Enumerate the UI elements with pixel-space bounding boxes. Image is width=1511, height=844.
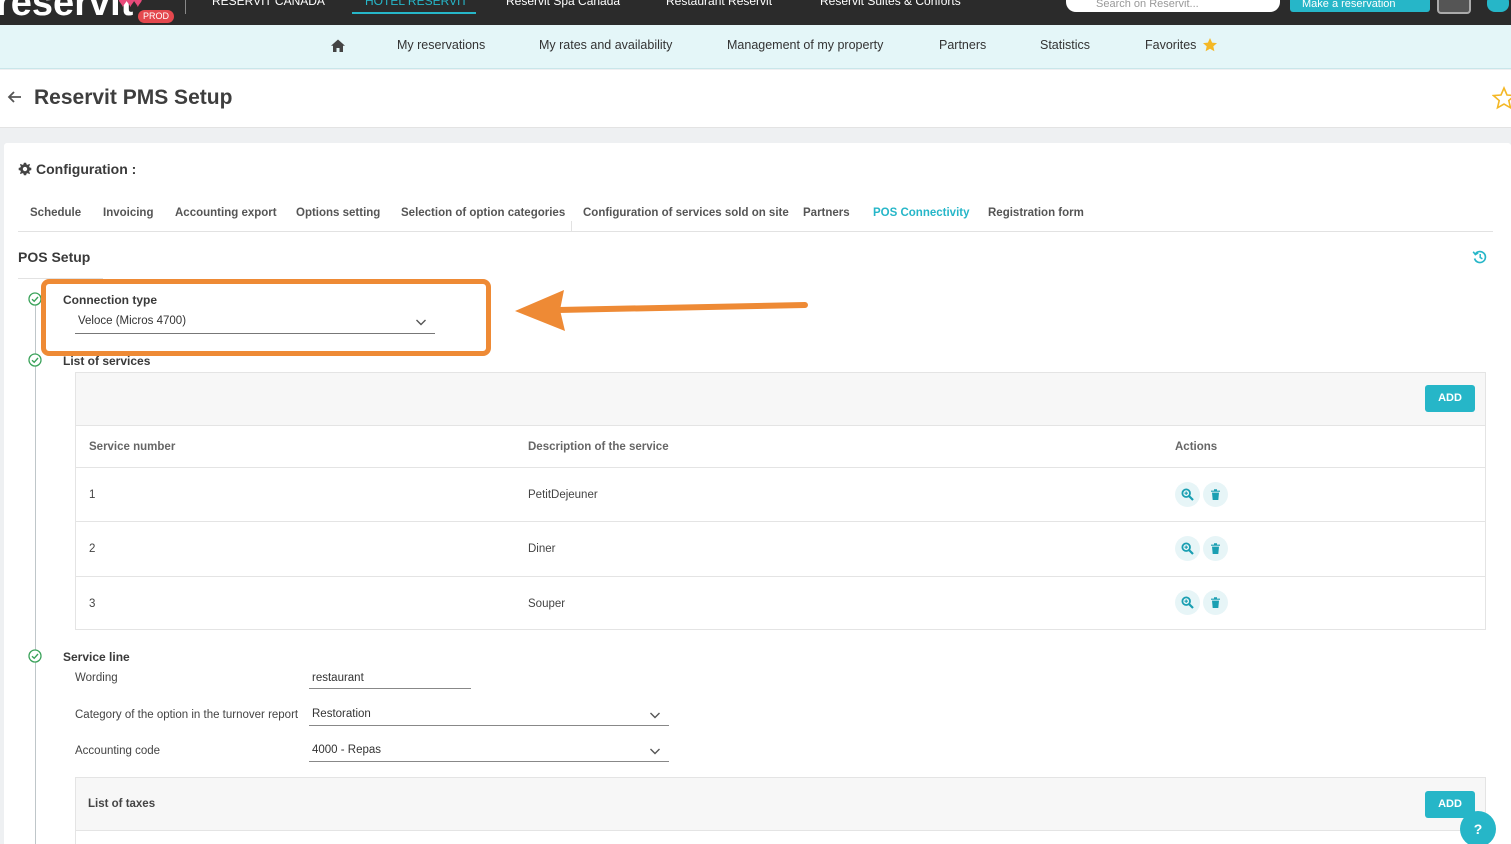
- trash-icon: [1211, 543, 1220, 554]
- tab-invoicing[interactable]: Invoicing: [103, 207, 153, 219]
- step-timeline: [35, 303, 36, 844]
- configuration-card: Configuration : Schedule Invoicing Accou…: [4, 143, 1511, 844]
- top-bar: reservit ♥♥♥ PROD RESERVIT CANADA HOTEL …: [0, 0, 1511, 25]
- logo-hearts-icon: ♥♥♥: [118, 0, 142, 11]
- service-number: 1: [89, 489, 96, 501]
- top-tab-reservit-spa[interactable]: Reservit Spa Canada: [506, 0, 620, 8]
- step-check-icon: [28, 292, 42, 306]
- make-reservation-button[interactable]: Make a reservation: [1290, 0, 1430, 12]
- nav-my-reservations[interactable]: My reservations: [397, 38, 485, 52]
- configuration-heading: Configuration :: [18, 161, 136, 177]
- zoom-search-icon: [1181, 488, 1194, 501]
- tab-divider: [571, 221, 572, 232]
- favorites-star-icon: [1203, 38, 1217, 52]
- zoom-search-icon: [1181, 542, 1194, 555]
- home-icon[interactable]: [330, 38, 346, 54]
- step-check-icon: [28, 649, 42, 663]
- page-header: Reservit PMS Setup: [0, 70, 1511, 128]
- services-table: ADD Service number Description of the se…: [75, 372, 1486, 630]
- configuration-tabs: Schedule Invoicing Accounting export Opt…: [18, 201, 1493, 232]
- trash-icon: [1211, 597, 1220, 608]
- global-search-input[interactable]: Search on Reservit...: [1066, 0, 1280, 12]
- column-service-number: Service number: [89, 441, 176, 453]
- chevron-down-icon: [650, 712, 660, 719]
- view-service-button[interactable]: [1175, 590, 1200, 615]
- pos-setup-title: POS Setup: [18, 249, 91, 265]
- add-favorite-star-icon[interactable]: [1492, 86, 1511, 110]
- zoom-search-icon: [1181, 596, 1194, 609]
- service-description: Diner: [528, 543, 556, 555]
- column-description: Description of the service: [528, 441, 669, 453]
- service-description: PetitDejeuner: [528, 489, 598, 501]
- top-tab-hotel-reservit[interactable]: HOTEL RESERVIT: [365, 0, 468, 8]
- trash-icon: [1211, 489, 1220, 500]
- reservit-logo[interactable]: reservit: [0, 0, 133, 25]
- tab-partners[interactable]: Partners: [803, 207, 850, 219]
- top-tab-reservit-canada[interactable]: RESERVIT CANADA: [212, 0, 325, 8]
- nav-statistics[interactable]: Statistics: [1040, 38, 1090, 52]
- column-actions: Actions: [1175, 441, 1218, 453]
- nav-favorites[interactable]: Favorites: [1145, 38, 1196, 52]
- tab-pos-connectivity[interactable]: POS Connectivity: [873, 207, 970, 219]
- view-service-button[interactable]: [1175, 536, 1200, 561]
- page-title: Reservit PMS Setup: [34, 86, 233, 109]
- services-table-toolbar: [76, 373, 1485, 426]
- wording-label: Wording: [75, 672, 118, 684]
- taxes-table: List of taxes ADD: [75, 777, 1486, 844]
- accounting-code-value: 4000 - Repas: [312, 744, 382, 756]
- view-service-button[interactable]: [1175, 482, 1200, 507]
- nav-partners[interactable]: Partners: [939, 38, 986, 52]
- help-button[interactable]: ?: [1460, 811, 1496, 844]
- list-of-taxes-label: List of taxes: [88, 798, 156, 810]
- taxes-table-toolbar: [76, 778, 1485, 831]
- tab-option-categories[interactable]: Selection of option categories: [401, 207, 565, 219]
- user-menu-button[interactable]: [1437, 0, 1471, 14]
- connection-type-highlight-box: [41, 279, 491, 356]
- back-arrow-icon[interactable]: [7, 89, 23, 105]
- topbar-divider: [185, 0, 186, 14]
- category-label: Category of the option in the turnover r…: [75, 709, 299, 721]
- service-line-label: Service line: [63, 650, 130, 664]
- history-icon[interactable]: [1472, 249, 1488, 265]
- top-tab-restaurant[interactable]: Restaurant Reservit: [666, 0, 772, 8]
- nav-rates-availability[interactable]: My rates and availability: [539, 38, 672, 52]
- top-tab-suites[interactable]: Reservit Suites & Conforts: [820, 0, 961, 8]
- configuration-heading-label: Configuration :: [36, 161, 137, 177]
- chevron-down-icon: [650, 748, 660, 755]
- tab-registration-form[interactable]: Registration form: [988, 207, 1084, 219]
- tab-schedule[interactable]: Schedule: [30, 207, 81, 219]
- delete-service-button[interactable]: [1203, 482, 1228, 507]
- main-nav: My reservations My rates and availabilit…: [0, 25, 1511, 69]
- annotation-arrow-icon: [515, 290, 808, 331]
- active-top-tab-indicator: [352, 12, 476, 14]
- nav-property-management[interactable]: Management of my property: [727, 38, 883, 52]
- table-row: 3 Souper: [76, 576, 1485, 630]
- service-number: 2: [89, 543, 96, 555]
- category-select[interactable]: Restoration: [309, 708, 669, 726]
- tab-options-setting[interactable]: Options setting: [296, 207, 380, 219]
- tab-accounting-export[interactable]: Accounting export: [175, 207, 277, 219]
- accounting-code-select[interactable]: 4000 - Repas: [309, 744, 669, 762]
- account-avatar[interactable]: [1487, 0, 1509, 12]
- add-service-button[interactable]: ADD: [1425, 385, 1475, 412]
- service-number: 3: [89, 598, 96, 610]
- tab-services-sold-on-site[interactable]: Configuration of services sold on site: [583, 207, 789, 219]
- wording-input[interactable]: restaurant: [309, 672, 471, 689]
- step-check-icon: [28, 353, 42, 367]
- delete-service-button[interactable]: [1203, 536, 1228, 561]
- table-header-row: Service number Description of the servic…: [76, 426, 1485, 467]
- accounting-code-label: Accounting code: [75, 745, 161, 757]
- prod-badge: PROD: [138, 10, 175, 23]
- table-row: 1 PetitDejeuner: [76, 467, 1485, 521]
- table-row: 2 Diner: [76, 521, 1485, 576]
- service-description: Souper: [528, 598, 566, 610]
- list-of-services-label: List of services: [63, 354, 151, 368]
- delete-service-button[interactable]: [1203, 590, 1228, 615]
- category-value: Restoration: [312, 708, 371, 720]
- gear-icon: [18, 162, 32, 176]
